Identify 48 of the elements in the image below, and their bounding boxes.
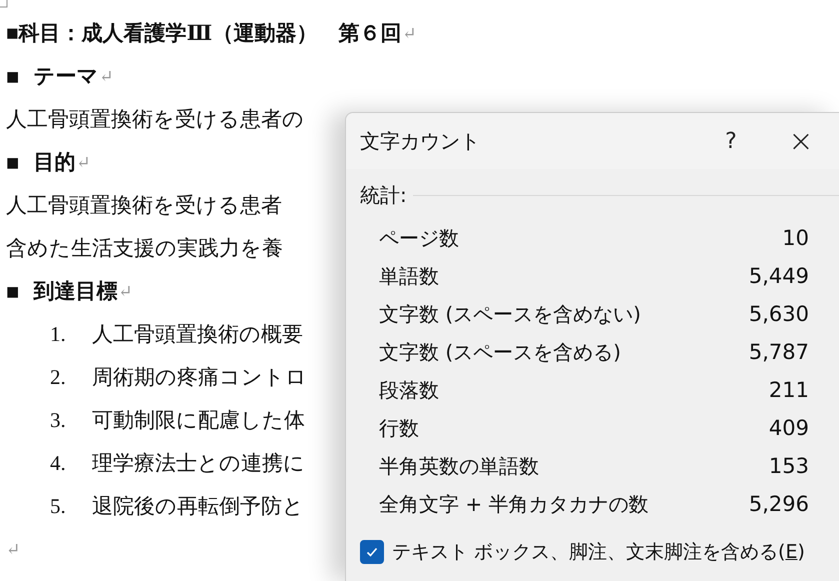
body-text: 含めた生活支援の実践力を養 [6,235,283,262]
stat-label: 単語数 [379,262,439,290]
body-text: 人工骨頭置換術を受ける患者 [6,192,282,219]
list-item-text: 周術期の疼痛コントロ [92,364,307,391]
paragraph-mark: ↵ [99,66,114,88]
paragraph-mark: ↵ [118,281,133,303]
stat-value: 5,787 [748,340,809,364]
stat-value: 5,449 [748,264,809,288]
square-bullet: ■ [6,278,20,306]
dialog-title: 文字カウント [360,128,481,154]
stat-label: 半角英数の単語数 [379,452,539,480]
text-boundary-corner-icon [0,0,8,8]
list-number: 2. [50,364,67,391]
paragraph-mark: ↵ [76,152,91,174]
help-button[interactable]: ? [711,128,751,154]
list-number: 5. [50,493,67,520]
list-item-text: 人工骨頭置換術の概要 [92,321,303,348]
paragraph-mark: ↵ [402,23,417,45]
paragraph-mark: ↵ [6,539,20,561]
document-heading: ■科目：成人看護学Ⅲ（運動器） 第６回 [6,20,402,47]
stat-label: 全角文字 + 半角カタカナの数 [379,490,648,518]
list-item-text: 可動制限に配慮した体 [92,407,305,434]
stat-value: 10 [782,226,809,250]
square-bullet: ■ [6,149,20,177]
stat-label: 文字数 (スペースを含めない) [379,300,641,328]
checkbox-icon[interactable] [360,540,384,564]
section-heading: 目的 [33,149,76,176]
stat-label: 行数 [379,414,419,442]
list-number: 1. [50,321,67,348]
list-item-text: 退院後の再転倒予防と [92,493,304,520]
group-label: 統計: [360,182,407,208]
list-number: 4. [50,450,67,477]
stat-label: 文字数 (スペースを含める) [379,338,621,366]
include-textboxes-checkbox[interactable]: テキスト ボックス、脚注、文末脚注を含める(E) [346,539,839,565]
body-text: 人工骨頭置換術を受ける患者の [6,106,304,133]
stat-label: ページ数 [379,224,459,252]
section-heading: テーマ [33,63,98,90]
stat-value: 5,296 [748,492,809,516]
section-heading: 到達目標 [33,278,118,305]
list-number: 3. [50,407,67,434]
stat-label: 段落数 [379,376,439,404]
stat-value: 153 [768,454,809,478]
stat-value: 409 [768,416,809,440]
stat-value: 5,630 [748,302,809,326]
stat-value: 211 [768,378,809,402]
list-item-text: 理学療法士との連携に [92,450,305,477]
close-button[interactable]: × [781,124,821,158]
square-bullet: ■ [6,63,20,91]
